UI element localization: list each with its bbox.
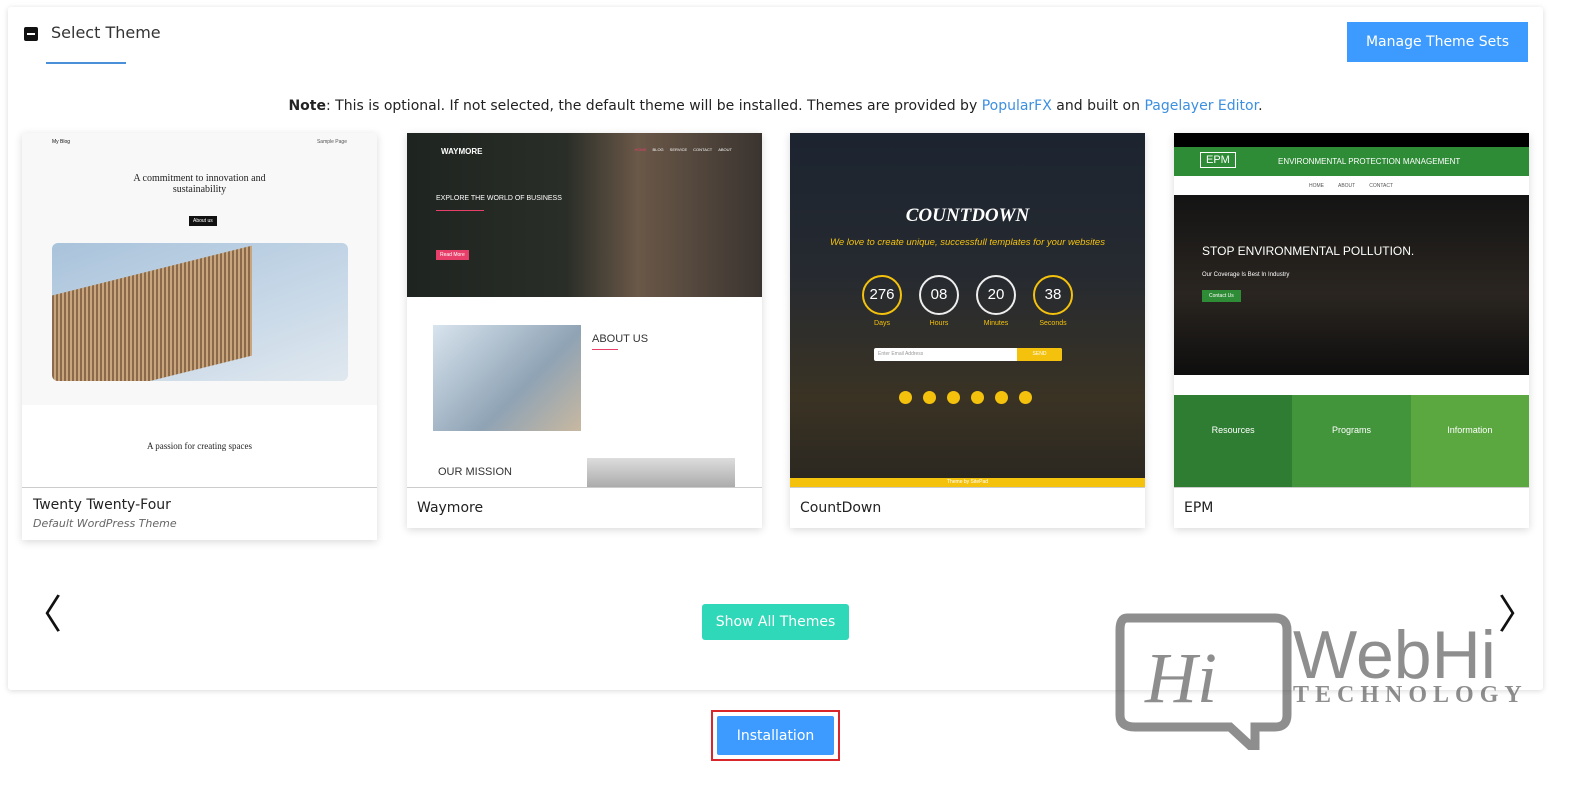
counter: 276 Days <box>862 275 902 327</box>
theme-card-epm[interactable]: EPM ENVIRONMENTAL PROTECTION MANAGEMENT … <box>1174 133 1529 528</box>
theme-name: CountDown <box>800 500 882 516</box>
preview-image <box>52 243 348 381</box>
counter-label: Hours <box>929 320 949 327</box>
preview-headline: EXPLORE THE WORLD OF BUSINESS <box>436 195 562 202</box>
counter-label: Days <box>874 320 890 327</box>
nav-item: HOME <box>634 147 647 152</box>
send-button: SEND <box>1017 348 1062 361</box>
manage-theme-sets-button[interactable]: Manage Theme Sets <box>1347 22 1528 62</box>
preview-nav: HOME BLOG SERVICE CONTACT ABOUT <box>635 147 732 152</box>
next-arrow-button[interactable]: 〉 <box>1498 595 1538 635</box>
theme-name: Waymore <box>417 500 484 516</box>
note-part: : This is optional. If not selected, the… <box>326 98 982 114</box>
preview-button: Contact Us <box>1202 290 1241 302</box>
preview-brand: My Blog <box>52 139 71 145</box>
preview-column: Programs <box>1292 395 1411 487</box>
counter: 08 Hours <box>919 275 959 327</box>
instagram-icon <box>995 391 1008 404</box>
preview-section: ABOUT US <box>592 333 649 345</box>
preview-title: COUNTDOWN <box>905 205 1030 226</box>
theme-preview: WAYMORE HOME BLOG SERVICE CONTACT ABOUT EXPL… <box>407 133 762 488</box>
counter-value: 20 <box>976 275 1016 315</box>
preview-image <box>433 325 581 431</box>
theme-name: Twenty Twenty-Four <box>33 497 171 513</box>
show-all-themes-button[interactable]: Show All Themes <box>702 604 849 640</box>
nav-item: ABOUT <box>718 147 732 152</box>
theme-preview: COUNTDOWN We love to create unique, succ… <box>790 133 1145 488</box>
counter-value: 38 <box>1033 275 1073 315</box>
preview-sub: Our Coverage Is Best In Industry <box>1202 272 1290 278</box>
theme-card-twenty-twenty-four[interactable]: My Blog Sample Page A commitment to inno… <box>22 133 377 540</box>
preview-column: Information <box>1410 395 1529 487</box>
preview-column: Resources <box>1174 395 1293 487</box>
theme-card-countdown[interactable]: COUNTDOWN We love to create unique, succ… <box>790 133 1145 528</box>
preview-brand: WAYMORE <box>441 147 483 156</box>
preview-footer: Theme by SitePad <box>790 478 1145 487</box>
counter: 38 Seconds <box>1033 275 1073 327</box>
counter-label: Minutes <box>983 320 1009 327</box>
preview-headline: A commitment to innovation and sustainab… <box>133 173 266 195</box>
preview-nav: HOME ABOUT CONTACT <box>1200 176 1502 195</box>
nav-item: CONTACT <box>693 147 713 152</box>
theme-card-waymore[interactable]: WAYMORE HOME BLOG SERVICE CONTACT ABOUT EXPL… <box>407 133 762 528</box>
countdown-counters: 276 Days 08 Hours 20 Minutes 38 Seconds <box>862 275 1073 327</box>
tumblr-icon <box>1019 391 1032 404</box>
preview-footer-title: A passion for creating spaces <box>147 441 252 451</box>
twitter-icon <box>923 391 936 404</box>
preview-button: About us <box>189 216 217 226</box>
counter-value: 276 <box>862 275 902 315</box>
counter-value: 08 <box>919 275 959 315</box>
theme-preview: EPM ENVIRONMENTAL PROTECTION MANAGEMENT … <box>1174 133 1529 488</box>
linkedin-icon <box>971 391 984 404</box>
nav-item: ABOUT <box>1337 182 1356 189</box>
preview-tagline: We love to create unique, successfull te… <box>830 237 1105 248</box>
pagelayer-link[interactable]: Pagelayer Editor <box>1144 98 1258 114</box>
theme-preview: My Blog Sample Page A commitment to inno… <box>22 133 377 488</box>
prev-arrow-button[interactable]: 〈 <box>22 595 62 635</box>
preview-section2: OUR MISSION <box>438 466 512 478</box>
title-underline <box>46 62 126 64</box>
collapse-icon[interactable] <box>24 27 38 41</box>
theme-name: EPM <box>1184 500 1214 516</box>
preview-columns: Resources Programs Information <box>1174 395 1529 487</box>
facebook-icon <box>899 391 912 404</box>
note-text: Note: This is optional. If not selected,… <box>8 98 1543 114</box>
counter: 20 Minutes <box>976 275 1016 327</box>
social-icons <box>899 391 1032 404</box>
preview-logo: EPM <box>1200 152 1236 168</box>
nav-item: HOME <box>1308 182 1324 189</box>
preview-email-input: Enter Email Address SEND <box>874 348 1062 361</box>
note-part: . <box>1258 98 1263 114</box>
popularfx-link[interactable]: PopularFX <box>982 98 1052 114</box>
preview-nav: Sample Page <box>316 139 347 145</box>
select-theme-panel: Select Theme Manage Theme Sets Note: Thi… <box>8 7 1543 690</box>
note-part: and built on <box>1051 98 1145 114</box>
installation-button[interactable]: Installation <box>717 716 834 755</box>
installation-highlight: Installation <box>711 710 840 761</box>
email-placeholder: Enter Email Address <box>878 351 924 357</box>
theme-subtitle: Default WordPress Theme <box>33 517 177 530</box>
preview-headline: STOP ENVIRONMENTAL POLLUTION. <box>1202 244 1415 258</box>
note-label: Note <box>288 98 326 114</box>
counter-label: Seconds <box>1039 320 1067 327</box>
panel-title: Select Theme <box>51 23 161 42</box>
preview-title: ENVIRONMENTAL PROTECTION MANAGEMENT <box>1278 157 1461 166</box>
google-plus-icon <box>947 391 960 404</box>
nav-item: BLOG <box>652 147 664 152</box>
preview-button: Read More <box>436 250 469 260</box>
nav-item: SERVICE <box>669 147 688 152</box>
nav-item: CONTACT <box>1369 182 1394 189</box>
